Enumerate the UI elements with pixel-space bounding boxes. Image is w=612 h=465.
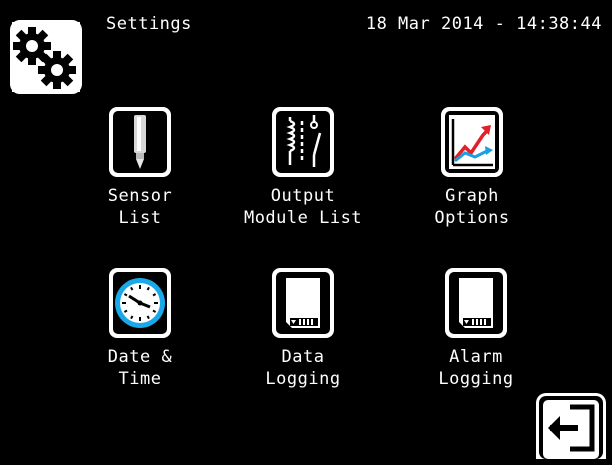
clock-icon	[109, 268, 171, 338]
sensor-probe-icon	[109, 107, 171, 177]
exit-button[interactable]	[536, 393, 606, 459]
menu-item-label: Output Module List	[243, 186, 363, 228]
settings-gears-icon[interactable]	[10, 20, 82, 94]
page-title: Settings	[106, 14, 192, 34]
menu-item-label: Alarm Logging	[438, 347, 514, 389]
sd-card-icon	[445, 268, 507, 338]
menu-item-label: Date & Time	[107, 347, 173, 389]
graph-icon	[441, 107, 503, 177]
menu-item-label: Graph Options	[434, 186, 510, 228]
exit-icon	[539, 396, 603, 459]
settings-screen: Settings 18 Mar 2014 - 14:38:44 Sensor L…	[0, 0, 612, 465]
menu-item-label: Sensor List	[107, 186, 173, 228]
sd-card-icon	[272, 268, 334, 338]
relay-icon	[272, 107, 334, 177]
date-time-display: 18 Mar 2014 - 14:38:44	[365, 14, 602, 34]
menu-item-label: Data Logging	[265, 347, 341, 389]
